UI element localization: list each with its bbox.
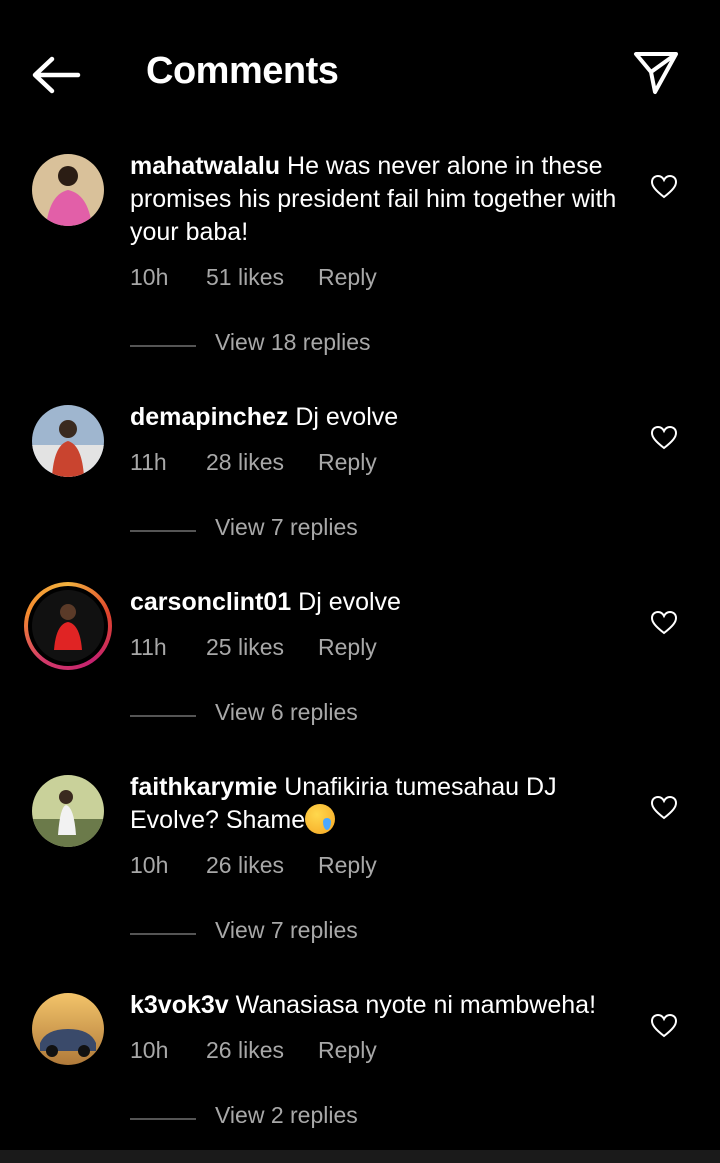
reply-button[interactable]: Reply [318, 852, 377, 879]
paper-plane-icon[interactable] [632, 48, 680, 96]
comment-body: Wanasiasa nyote ni mambweha! [235, 991, 597, 1019]
divider-line [130, 715, 196, 717]
avatar[interactable] [32, 154, 104, 226]
comment-text-block: carsonclint01 Dj evolve [130, 586, 620, 619]
bottom-edge-bar [0, 1150, 720, 1163]
comment-username[interactable]: mahatwalalu [130, 152, 280, 180]
reply-button[interactable]: Reply [318, 264, 377, 291]
comment-text-block: demapinchez Dj evolve [130, 401, 620, 434]
view-replies-label: View 6 replies [215, 699, 358, 725]
comment-text-block: k3vok3v Wanasiasa nyote ni mambweha! [130, 989, 620, 1022]
comment-time: 11h [130, 634, 167, 660]
comment-body: Dj evolve [295, 403, 399, 431]
divider-line [130, 530, 196, 532]
heart-icon[interactable] [650, 174, 678, 200]
divider-line [130, 345, 196, 347]
avatar-story-ring[interactable] [24, 582, 112, 670]
divider-line [130, 1118, 196, 1120]
view-replies-label: View 7 replies [215, 917, 358, 943]
page-title: Comments [146, 50, 339, 92]
comment-body: Dj evolve [298, 588, 401, 616]
comment-likes[interactable]: 51 likes [206, 264, 284, 291]
comment-time: 10h [130, 1037, 169, 1063]
comment-likes[interactable]: 26 likes [206, 852, 284, 879]
comment-text-block: faithkarymie Unafikiria tumesahau DJ Evo… [130, 771, 620, 837]
comment-time: 11h [130, 449, 167, 475]
comment-time: 10h [130, 264, 169, 290]
view-replies-label: View 2 replies [215, 1102, 358, 1128]
arrow-left-icon[interactable] [30, 54, 82, 96]
comment-username[interactable]: k3vok3v [130, 991, 229, 1019]
view-replies-label: View 18 replies [215, 329, 371, 355]
reply-button[interactable]: Reply [318, 634, 377, 661]
avatar[interactable] [32, 993, 104, 1065]
comment-username[interactable]: demapinchez [130, 403, 288, 431]
heart-icon[interactable] [650, 610, 678, 636]
comment-text-block: mahatwalalu He was never alone in these … [130, 150, 620, 249]
view-replies-label: View 7 replies [215, 514, 358, 540]
heart-icon[interactable] [650, 795, 678, 821]
heart-icon[interactable] [650, 1013, 678, 1039]
comment-likes[interactable]: 28 likes [206, 449, 284, 476]
divider-line [130, 933, 196, 935]
comment-username[interactable]: faithkarymie [130, 773, 277, 801]
avatar[interactable] [32, 775, 104, 847]
comment-likes[interactable]: 25 likes [206, 634, 284, 661]
avatar[interactable] [32, 405, 104, 477]
crying-face-emoji-icon [305, 804, 336, 834]
comment-likes[interactable]: 26 likes [206, 1037, 284, 1064]
comment-time: 10h [130, 852, 169, 878]
reply-button[interactable]: Reply [318, 449, 377, 476]
comment-username[interactable]: carsonclint01 [130, 588, 291, 616]
heart-icon[interactable] [650, 425, 678, 451]
header-bar: Comments [0, 0, 720, 140]
reply-button[interactable]: Reply [318, 1037, 377, 1064]
